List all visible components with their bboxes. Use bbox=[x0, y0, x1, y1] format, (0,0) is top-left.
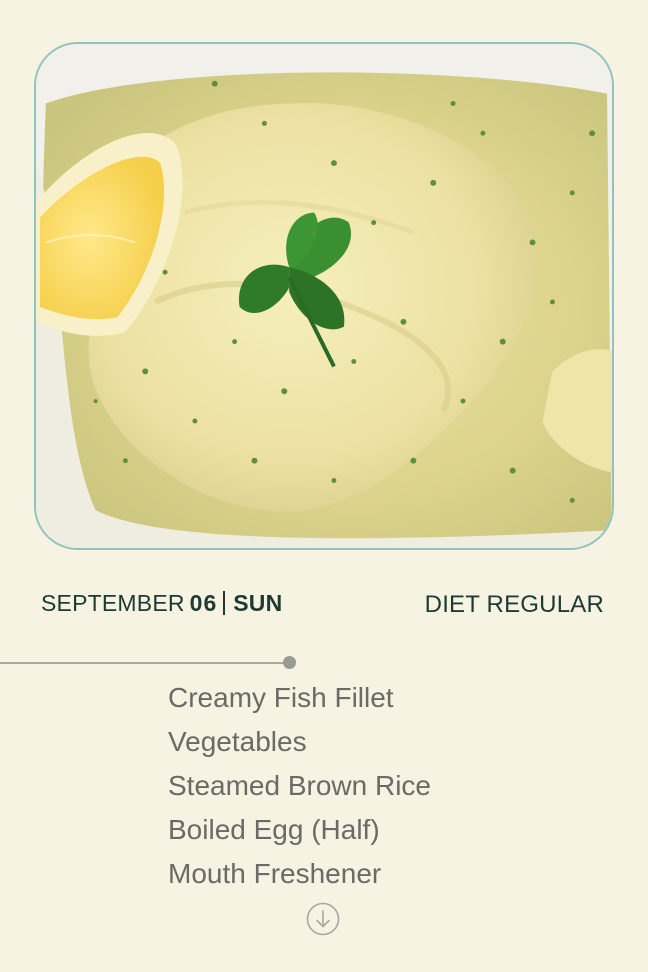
menu-item: Vegetables bbox=[168, 726, 307, 757]
diet-label: DIET REGULAR bbox=[424, 591, 604, 618]
timeline-line bbox=[0, 662, 290, 664]
date-month: SEPTEMBER bbox=[41, 589, 185, 616]
timeline-dot bbox=[283, 656, 296, 669]
menu-list: Creamy Fish Fillet Vegetables Steamed Br… bbox=[168, 676, 431, 896]
date-weekday: SUN bbox=[233, 589, 283, 616]
expand-button[interactable] bbox=[306, 902, 340, 936]
date-day: 06 bbox=[189, 589, 218, 616]
arrow-down-circle-icon bbox=[306, 902, 340, 936]
menu-item: Creamy Fish Fillet bbox=[168, 682, 394, 713]
menu-item: Boiled Egg (Half) bbox=[168, 814, 380, 845]
date-label: SEPTEMBER 06 SUN bbox=[41, 586, 282, 620]
menu-item: Steamed Brown Rice bbox=[168, 770, 432, 801]
meal-photo bbox=[34, 42, 614, 550]
meal-photo-illustration bbox=[36, 44, 612, 548]
date-separator bbox=[223, 591, 226, 615]
menu-item: Mouth Freshener bbox=[168, 858, 382, 889]
